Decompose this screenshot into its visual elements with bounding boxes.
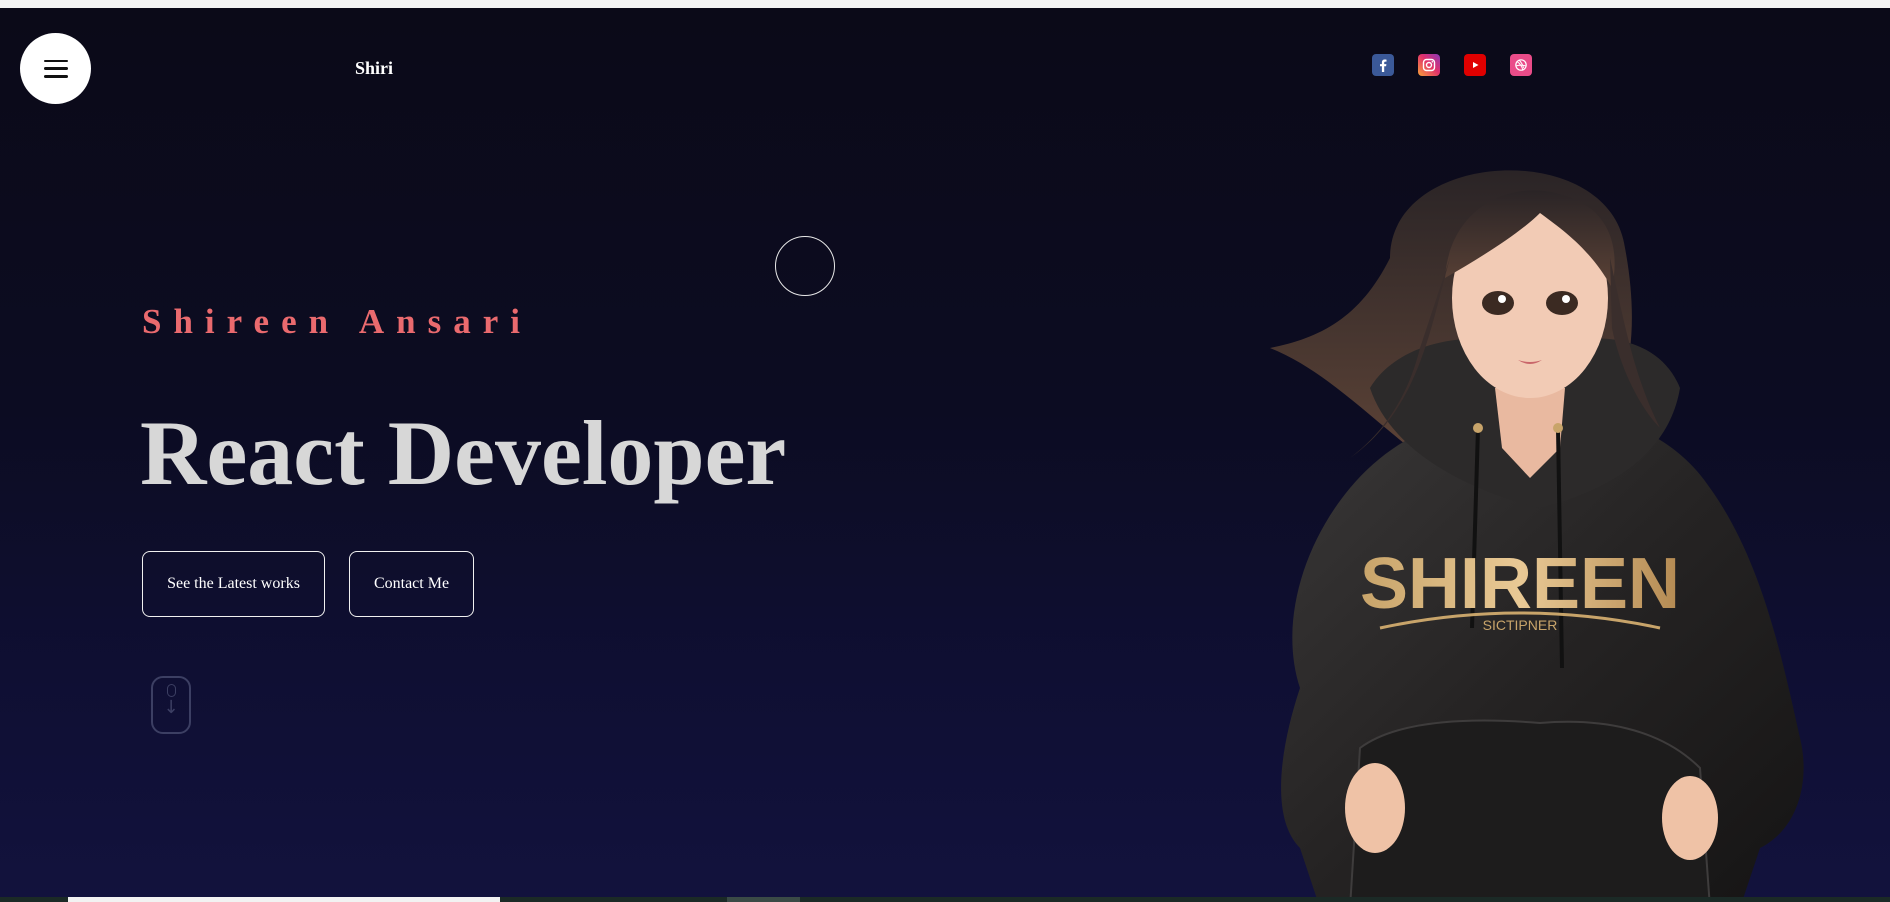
facebook-icon[interactable] [1372,54,1394,76]
browser-top-strip [0,0,1890,8]
see-latest-works-button[interactable]: See the Latest works [142,551,325,617]
bottom-preview-strip [0,897,1890,902]
arrow-down-icon: ↓ [163,697,179,718]
contact-me-button[interactable]: Contact Me [349,551,474,617]
hoodie-print-subtext: SICTIPNER [1483,617,1558,633]
preview-thumbnail [68,897,500,902]
dribbble-icon[interactable] [1510,54,1532,76]
cursor-follower-ring [775,236,835,296]
youtube-icon[interactable] [1464,54,1486,76]
hero-illustration: SHIREEN SICTIPNER [1270,170,1804,898]
mouse-scroll-icon[interactable]: ↓ [151,676,191,734]
hero-name: Shireen Ansari [142,302,533,341]
mouse-wheel-icon [166,684,176,697]
preview-thumbnail [727,897,800,902]
hero-role-title: React Developer [140,402,787,504]
hamburger-menu-icon [43,59,68,78]
social-links [1372,54,1532,76]
instagram-icon[interactable] [1418,54,1440,76]
menu-button[interactable] [20,33,91,104]
site-logo[interactable]: Shiri [355,58,393,79]
hero-section: Shiri Shireen Ansari React Developer See… [0,8,1890,898]
